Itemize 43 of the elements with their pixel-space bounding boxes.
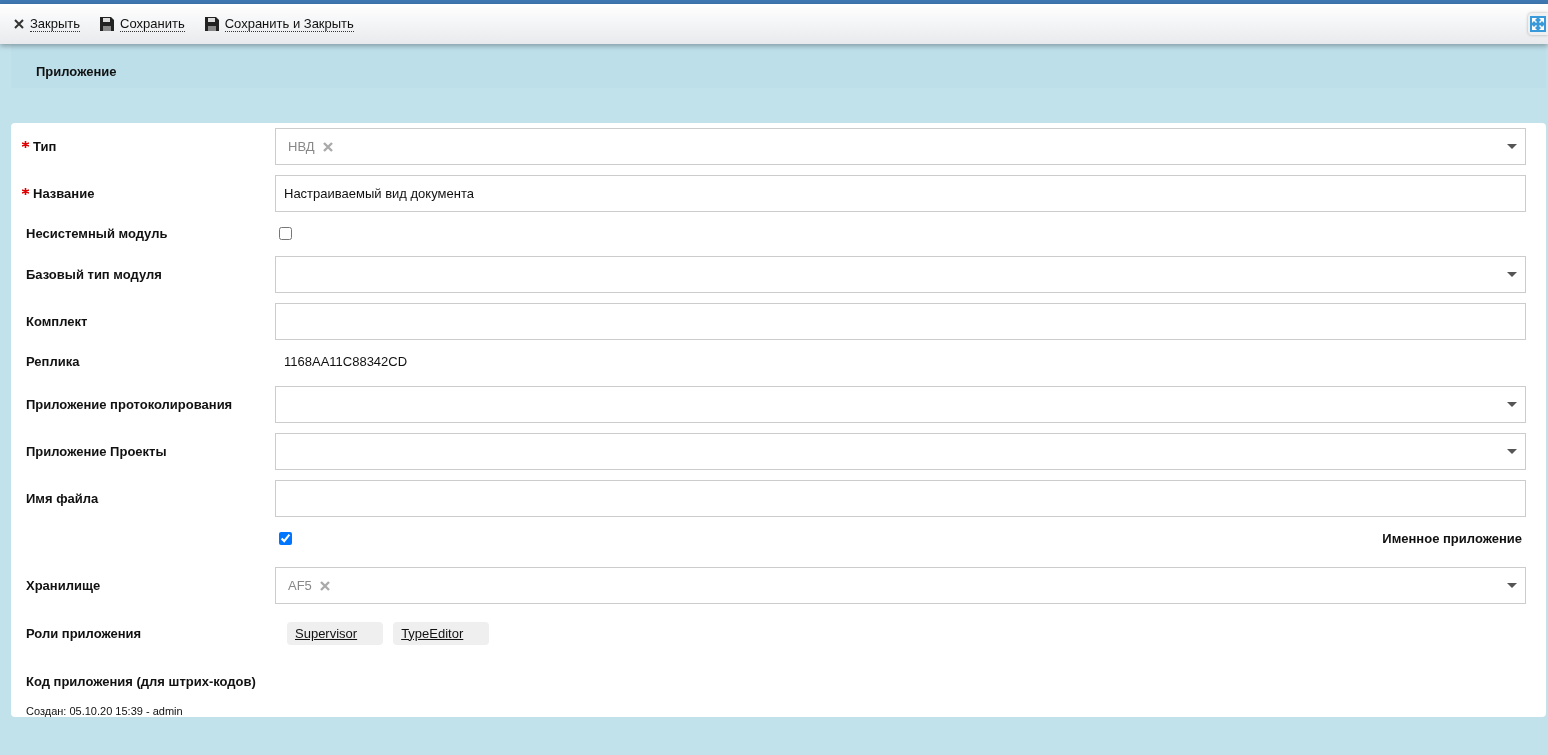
field-label: Приложение протоколирования <box>26 397 233 412</box>
field-label: Несистемный модуль <box>26 225 168 241</box>
dropdown-field[interactable] <box>275 256 1526 293</box>
save-button[interactable]: Сохранить <box>100 16 185 32</box>
save-button[interactable]: Сохранить и Закрыть <box>204 16 354 32</box>
text-field[interactable]: Настраиваемый вид документа <box>275 175 1526 212</box>
dropdown-field[interactable] <box>275 386 1526 423</box>
field-value: 1168AA11C88342CD <box>283 353 408 369</box>
checkbox[interactable] <box>279 531 292 545</box>
field-label: Тип <box>33 139 57 154</box>
checkbox-label: Именное приложение <box>1382 530 1522 546</box>
remove-icon <box>319 580 330 591</box>
field-label: Название <box>33 186 95 201</box>
checkbox[interactable] <box>279 226 292 240</box>
selected-value: AF5 <box>288 578 312 593</box>
fullscreen-button[interactable] <box>1528 13 1548 35</box>
field-label: Реплика <box>26 353 80 369</box>
caret-icon <box>1507 449 1517 454</box>
role-link[interactable]: TypeEditor <box>393 621 490 645</box>
created-info: Создан: 05.10.20 15:39 - admin <box>26 705 184 717</box>
caret-icon <box>1507 583 1517 588</box>
text-field[interactable] <box>275 480 1526 517</box>
field-label: Приложение Проекты <box>26 444 167 459</box>
selected-value: НВД <box>288 139 315 154</box>
caret-icon <box>1507 402 1517 407</box>
caret-icon <box>1507 272 1517 277</box>
field-label: Код приложения (для штрих-кодов) <box>26 673 256 689</box>
field-label: Хранилище <box>26 578 101 593</box>
expand-icon <box>1530 16 1546 32</box>
field-label: Комплект <box>26 314 88 329</box>
dropdown-field[interactable] <box>275 433 1526 470</box>
remove-icon <box>322 141 333 152</box>
close-icon <box>14 19 24 29</box>
tab[interactable]: Приложение <box>11 54 142 88</box>
dropdown-field[interactable]: AF5 <box>275 567 1526 604</box>
close-button[interactable]: Закрыть <box>14 16 81 32</box>
role-link[interactable]: Supervisor <box>287 621 384 645</box>
text-field[interactable] <box>275 303 1526 340</box>
field-label: Имя файла <box>26 491 99 506</box>
dropdown-field[interactable]: НВД <box>275 128 1526 165</box>
field-label: Базовый тип модуля <box>26 267 162 282</box>
caret-icon <box>1507 144 1517 149</box>
field-label: Роли приложения <box>26 625 142 641</box>
